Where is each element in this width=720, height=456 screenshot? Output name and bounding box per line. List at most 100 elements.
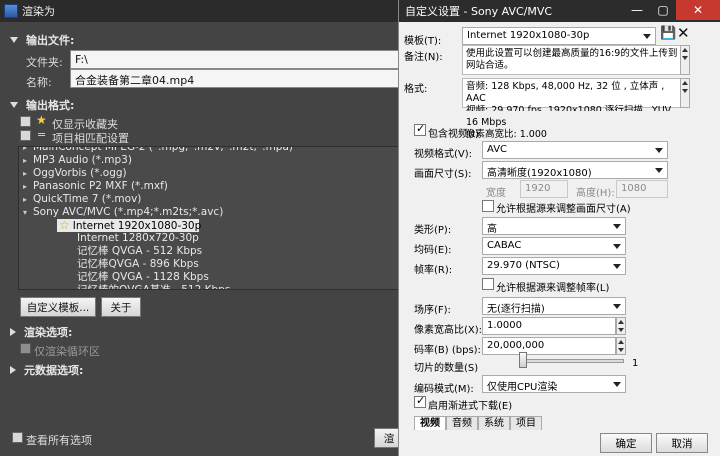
cancel-button[interactable]: 取消	[656, 433, 708, 453]
app-icon	[4, 4, 18, 18]
allow-frame-rate-label: 允许根据源来调整帧率(L)	[496, 283, 610, 294]
folder-input[interactable]: F:\	[70, 50, 400, 69]
format-tree-item[interactable]: 记忆棒的QVGA基准 - 512 Kbps	[19, 284, 230, 289]
template-select[interactable]: Internet 1920x1080-30p	[462, 27, 656, 45]
format-tree-item-label: QuickTime 7 (*.mov)	[33, 193, 142, 205]
chevron-right-icon[interactable]: ▸	[23, 193, 33, 206]
height-input[interactable]: 1080	[616, 180, 668, 198]
show-all-options-checkbox[interactable]	[12, 432, 23, 443]
slices-slider-track[interactable]	[520, 359, 624, 363]
include-video-label: 包含视频(I)	[428, 129, 479, 140]
par-spinner[interactable]	[616, 317, 626, 335]
show-favorites-checkbox[interactable]	[20, 116, 31, 127]
loop-region-checkbox[interactable]	[20, 343, 31, 354]
slices-label: 切片的数量(S)	[414, 363, 479, 374]
expand-down-icon	[10, 37, 18, 43]
encode-mode-select[interactable]: 仅使用CPU渲染	[482, 375, 626, 393]
frame-rate-select[interactable]: 29.970 (NTSC)	[482, 257, 626, 275]
minimize-icon[interactable]: —	[624, 0, 650, 20]
expand-right-icon	[10, 328, 16, 336]
par-input[interactable]: 1.0000	[482, 317, 616, 335]
format-tree-item[interactable]: 记忆棒QVGA - 896 Kbps	[19, 258, 199, 271]
video-format-label: 视频格式(V):	[414, 149, 473, 160]
format-tree-item[interactable]: 记忆棒 QVGA - 512 Kbps	[19, 245, 202, 258]
delete-icon[interactable]: ✕	[677, 24, 690, 42]
format-tree-item[interactable]: ▾ Sony AVC/MVC (*.mp4;*.m2ts;*.avc)	[19, 206, 223, 219]
about-button[interactable]: 关于	[101, 297, 141, 317]
show-all-options-label: 查看所有选项	[26, 434, 92, 447]
match-project-label: 项目相匹配设置	[52, 132, 129, 145]
format-tree-item-label: MP3 Audio (*.mp3)	[33, 154, 132, 166]
render-title: 渲染为	[22, 5, 55, 18]
height-label: 高度(H):	[576, 188, 615, 199]
format-tree-item[interactable]: Internet 1280x720-30p	[19, 232, 199, 245]
format-tree-item[interactable]: ▸ MainConcept MPEG-2 (*.mpg;*.m2v;*.m2t;*…	[19, 147, 293, 154]
output-file-heading: 输出文件:	[26, 34, 75, 47]
match-project-checkbox[interactable]	[20, 130, 31, 141]
format-tree-item[interactable]: ▸ QuickTime 7 (*.mov)	[19, 193, 141, 206]
chevron-down-icon[interactable]: ▾	[23, 206, 33, 219]
encode-mode-label: 编码模式(M):	[414, 384, 474, 395]
save-icon[interactable]: 💾	[660, 26, 676, 41]
entropy-select[interactable]: CABAC	[482, 237, 626, 255]
format-tree-item-label: Panasonic P2 MXF (*.mxf)	[33, 180, 168, 192]
note-scrollbar[interactable]	[680, 45, 690, 75]
chevron-right-icon[interactable]: ▸	[23, 154, 33, 167]
width-input[interactable]: 1920	[520, 180, 568, 198]
name-input[interactable]: 合金装备第二章04.mp4	[70, 69, 400, 88]
bitrate-spinner[interactable]	[616, 337, 626, 355]
chevron-right-icon[interactable]: ▸	[23, 180, 33, 193]
allow-frame-size-label: 允许根据源来调整画面尺寸(A)	[496, 204, 631, 215]
allow-frame-size-checkbox[interactable]	[482, 200, 494, 212]
format-tree-item[interactable]: ☆ Internet 1920x1080-30p	[57, 218, 202, 232]
dialog-title: 自定义设置 - Sony AVC/MVC	[405, 5, 553, 18]
note-label: 备注(N):	[404, 52, 443, 63]
tab-video[interactable]: 视频	[414, 416, 446, 430]
equals-icon: =	[37, 128, 47, 141]
format-tree-item[interactable]: 记忆棒 QVGA - 1128 Kbps	[19, 271, 209, 284]
tab-system[interactable]: 系统	[478, 416, 510, 430]
output-file-section-toggle[interactable]: 输出文件:	[10, 32, 74, 48]
format-tree-item[interactable]: ▸ OggVorbis (*.ogg)	[19, 167, 127, 180]
format-tree-item-label: Sony AVC/MVC (*.mp4;*.m2ts;*.avc)	[33, 206, 224, 218]
maximize-icon[interactable]: ▢	[650, 0, 676, 20]
close-icon[interactable]: ✕	[676, 0, 720, 20]
format-tree-item[interactable]: ▸ Panasonic P2 MXF (*.mxf)	[19, 180, 168, 193]
format-tree-item-label: Internet 1920x1080-30p	[72, 220, 202, 232]
render-options-section-toggle[interactable]: 渲染选项:	[10, 324, 72, 340]
include-video-checkbox[interactable]	[414, 122, 426, 136]
dialog-title-bar: 自定义设置 - Sony AVC/MVC — ▢ ✕	[399, 0, 720, 22]
format-scrollbar[interactable]	[680, 78, 690, 108]
chevron-right-icon[interactable]: ▸	[23, 147, 33, 154]
format-tree-item-label: OggVorbis (*.ogg)	[33, 167, 127, 179]
tab-project[interactable]: 项目	[510, 416, 542, 430]
format-summary-box: 音频: 128 Kbps, 48,000 Hz, 32 位 , 立体声 , AA…	[462, 78, 690, 140]
format-tree-item[interactable]: ▸ MP3 Audio (*.mp3)	[19, 154, 132, 167]
expand-right-icon	[10, 366, 16, 374]
video-format-select[interactable]: AVC	[482, 141, 668, 159]
allow-frame-rate-checkbox[interactable]	[482, 278, 494, 290]
frame-size-select[interactable]: 高清晰度(1920x1080)	[482, 161, 668, 179]
output-format-section-toggle[interactable]: 输出格式:	[10, 97, 74, 113]
tab-audio[interactable]: 音频	[446, 416, 478, 430]
ok-button[interactable]: 确定	[600, 433, 652, 453]
metadata-section-toggle[interactable]: 元数据选项:	[10, 362, 83, 378]
format-tree[interactable]: ▸ MainConcept MPEG-2 (*.mpg;*.m2v;*.m2t;*…	[18, 146, 410, 290]
render-options-heading: 渲染选项:	[24, 326, 73, 339]
format-label: 格式:	[404, 84, 428, 95]
progressive-download-checkbox[interactable]	[414, 394, 426, 408]
progressive-download-label: 启用渐进式下载(E)	[428, 401, 513, 412]
format-line-par: 像素高宽比: 1.000	[466, 129, 547, 140]
customize-template-button[interactable]: 自定义模板...	[20, 297, 96, 317]
slices-slider-thumb[interactable]	[519, 352, 527, 368]
slices-value: 1	[632, 358, 639, 369]
profile-select[interactable]: 高	[482, 217, 626, 235]
chevron-right-icon[interactable]: ▸	[23, 167, 33, 180]
star-icon: ★	[36, 113, 47, 127]
field-order-select[interactable]: 无(逐行扫描)	[482, 297, 626, 315]
entropy-label: 均码(E):	[414, 245, 452, 256]
profile-label: 类形(P):	[414, 225, 452, 236]
star-icon[interactable]: ☆	[59, 218, 70, 232]
bitrate-input[interactable]: 20,000,000	[482, 337, 616, 355]
format-line-audio: 音频: 128 Kbps, 48,000 Hz, 32 位 , 立体声 , AA…	[466, 81, 665, 104]
